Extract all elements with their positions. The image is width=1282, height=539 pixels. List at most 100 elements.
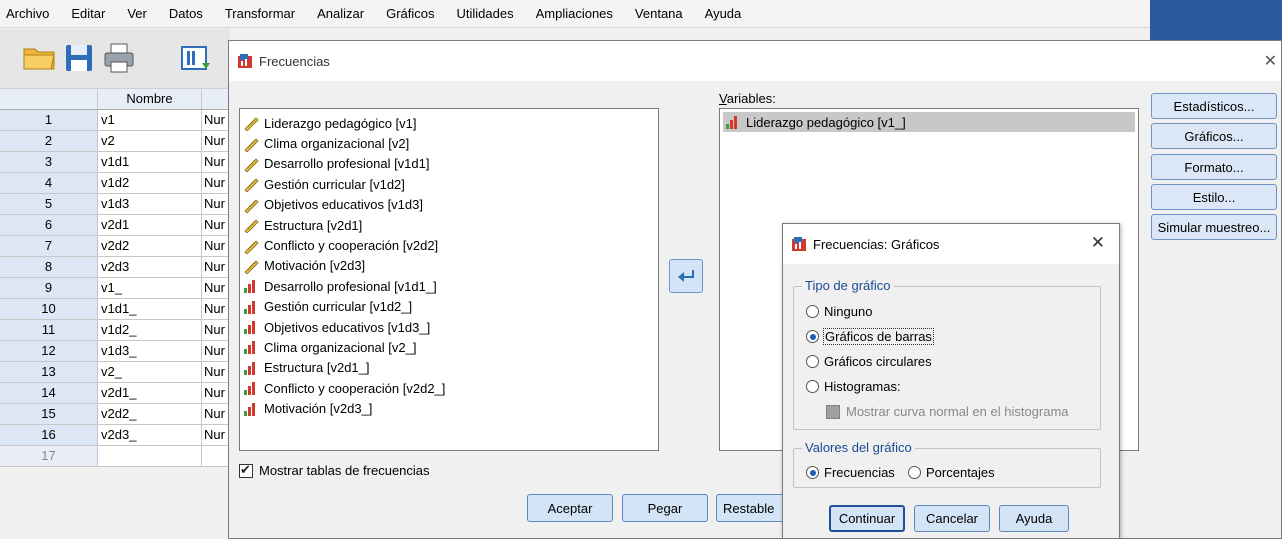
list-item[interactable]: Estructura [v2d1] [243,215,655,235]
radio-circulares-row[interactable]: Gráficos circulares [806,354,932,369]
table-row[interactable]: 9 v1_ Nur [0,278,230,299]
cell-type[interactable]: Nur [202,236,230,256]
cell-type[interactable]: Nur [202,299,230,319]
table-row[interactable]: 11 v1d2_ Nur [0,320,230,341]
list-item[interactable]: Conflicto y cooperación [v2d2] [243,235,655,255]
cell-name[interactable]: v1d3_ [98,341,202,361]
menu-item-7[interactable]: Utilidades [457,6,514,21]
cell-type[interactable]: Nur [202,383,230,403]
radio-ninguno[interactable] [806,305,819,318]
cell-type[interactable]: Nur [202,362,230,382]
list-item[interactable]: Desarrollo profesional [v1d1] [243,154,655,174]
cell-name[interactable]: v1d2_ [98,320,202,340]
cell-name[interactable]: v2d2_ [98,404,202,424]
radio-histogramas-row[interactable]: Histogramas: [806,379,901,394]
ayuda-button[interactable]: Ayuda [999,505,1069,532]
cell-num[interactable]: 10 [0,299,98,319]
cell-name[interactable]: v2d3 [98,257,202,277]
cell-type[interactable]: Nur [202,257,230,277]
table-row[interactable]: 2 v2 Nur [0,131,230,152]
table-row[interactable]: 16 v2d3_ Nur [0,425,230,446]
list-item[interactable]: Motivación [v2d3_] [243,398,655,418]
cancelar-button[interactable]: Cancelar [914,505,990,532]
cell-type[interactable]: Nur [202,215,230,235]
pegar-button[interactable]: Pegar [622,494,708,522]
open-folder-icon[interactable] [22,41,56,75]
list-item[interactable]: Clima organizacional [v2] [243,133,655,153]
cell-name[interactable]: v2_ [98,362,202,382]
cell-num[interactable]: 6 [0,215,98,235]
table-row[interactable]: 17 [0,446,230,467]
cell-num[interactable]: 7 [0,236,98,256]
list-item[interactable]: Gestión curricular [v1d2_] [243,297,655,317]
radio-frecuencias[interactable] [806,466,819,479]
cell-num[interactable]: 8 [0,257,98,277]
radio-porcentajes-row[interactable]: Porcentajes [908,465,995,480]
cell-num[interactable]: 9 [0,278,98,298]
move-variable-button[interactable] [669,259,703,293]
cell-name[interactable]: v2d1_ [98,383,202,403]
list-item[interactable]: Clima organizacional [v2_] [243,337,655,357]
show-tables-checkbox-row[interactable]: Mostrar tablas de frecuencias [239,462,430,478]
cell-name[interactable]: v2 [98,131,202,151]
cell-num[interactable]: 15 [0,404,98,424]
radio-ninguno-row[interactable]: Ninguno [806,304,872,319]
radio-frecuencias-row[interactable]: Frecuencias [806,465,895,480]
menu-item-2[interactable]: Ver [127,6,147,21]
column-header-tipo[interactable] [202,89,230,109]
cell-type[interactable]: Nur [202,341,230,361]
list-item[interactable]: Gestión curricular [v1d2] [243,174,655,194]
show-tables-checkbox[interactable] [239,462,253,478]
column-header-nombre[interactable]: Nombre [98,89,202,109]
list-item[interactable]: Desarrollo profesional [v1d1_] [243,276,655,296]
radio-barras[interactable] [806,330,819,343]
menu-item-6[interactable]: Gráficos [386,6,434,21]
cell-name[interactable] [98,446,202,466]
table-row[interactable]: 8 v2d3 Nur [0,257,230,278]
cell-type[interactable]: Nur [202,320,230,340]
menu-item-5[interactable]: Analizar [317,6,364,21]
cell-type[interactable]: Nur [202,173,230,193]
continuar-button[interactable]: Continuar [829,505,905,532]
menu-item-9[interactable]: Ventana [635,6,683,21]
table-row[interactable]: 3 v1d1 Nur [0,152,230,173]
radio-circulares[interactable] [806,355,819,368]
source-variable-list[interactable]: Liderazgo pedagógico [v1] Clima organizac… [239,108,659,451]
list-item[interactable]: Objetivos educativos [v1d3_] [243,317,655,337]
cell-num[interactable]: 12 [0,341,98,361]
radio-barras-row[interactable]: Gráficos de barras [806,328,934,345]
cell-type[interactable] [202,446,230,466]
table-row[interactable]: 12 v1d3_ Nur [0,341,230,362]
table-row[interactable]: 6 v2d1 Nur [0,215,230,236]
list-item[interactable]: Estructura [v2d1_] [243,358,655,378]
cell-num[interactable]: 17 [0,446,98,466]
cell-name[interactable]: v1_ [98,278,202,298]
cell-type[interactable]: Nur [202,278,230,298]
cell-name[interactable]: v1d1 [98,152,202,172]
subdialog-close-icon[interactable]: ✕ [1091,233,1105,253]
table-row[interactable]: 1 v1 Nur [0,110,230,131]
cell-num[interactable]: 1 [0,110,98,130]
cell-name[interactable]: v1d1_ [98,299,202,319]
cell-type[interactable]: Nur [202,425,230,445]
print-icon[interactable] [102,41,136,75]
data-view-icon[interactable] [178,41,212,75]
table-row[interactable]: 10 v1d1_ Nur [0,299,230,320]
menu-item-1[interactable]: Editar [71,6,105,21]
table-row[interactable]: 7 v2d2 Nur [0,236,230,257]
estilo-button[interactable]: Estilo... [1151,184,1277,210]
cell-name[interactable]: v1 [98,110,202,130]
cell-type[interactable]: Nur [202,110,230,130]
cell-num[interactable]: 5 [0,194,98,214]
table-row[interactable]: 13 v2_ Nur [0,362,230,383]
menu-item-3[interactable]: Datos [169,6,203,21]
cell-name[interactable]: v2d1 [98,215,202,235]
menu-item-8[interactable]: Ampliaciones [536,6,613,21]
selected-variable-item[interactable]: Liderazgo pedagógico [v1_] [723,112,1135,132]
cell-num[interactable]: 4 [0,173,98,193]
cell-num[interactable]: 14 [0,383,98,403]
cell-num[interactable]: 3 [0,152,98,172]
cell-name[interactable]: v2d2 [98,236,202,256]
cell-type[interactable]: Nur [202,131,230,151]
radio-porcentajes[interactable] [908,466,921,479]
